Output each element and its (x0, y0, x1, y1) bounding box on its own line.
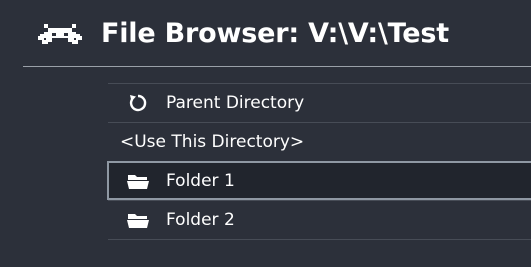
header: File Browser: V:\V:\Test (0, 0, 531, 67)
folder-icon (127, 214, 149, 228)
list-item-parent-directory[interactable]: Parent Directory (108, 83, 531, 122)
list-item-label: Folder 1 (166, 171, 235, 191)
list-item-folder-1[interactable]: Folder 1 (107, 161, 531, 200)
retroarch-invader-icon (38, 24, 82, 44)
refresh-icon (129, 94, 147, 112)
list-item-label: Folder 2 (166, 210, 235, 230)
list-item-folder-2[interactable]: Folder 2 (108, 200, 531, 240)
list-item-label: Parent Directory (166, 93, 305, 113)
list-item-use-this-directory[interactable]: <Use This Directory> (108, 122, 531, 161)
page-title: File Browser: V:\V:\Test (101, 18, 449, 49)
folder-icon (127, 175, 149, 189)
file-browser-screen: File Browser: V:\V:\Test Parent Director… (0, 0, 531, 267)
file-list: Parent Directory <Use This Directory> Fo… (107, 83, 531, 240)
list-item-label: <Use This Directory> (120, 132, 305, 152)
header-divider (23, 66, 531, 67)
